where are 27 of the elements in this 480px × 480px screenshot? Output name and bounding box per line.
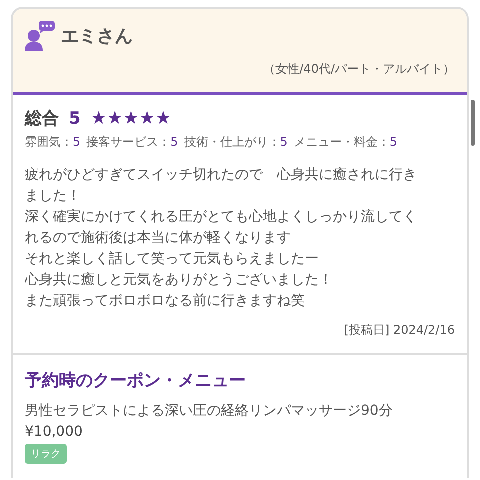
rating-value: 5 bbox=[73, 135, 81, 149]
rating-value: 5 bbox=[170, 135, 178, 149]
review-text-line: 深く確実にかけてくれる圧がとても心地よくしっかり流してく bbox=[25, 208, 418, 227]
overall-score: 5 bbox=[69, 108, 81, 128]
scrollbar-thumb[interactable] bbox=[471, 100, 475, 146]
rating-label: 接客サービス： bbox=[86, 135, 171, 149]
rating-label: 技術・仕上がり： bbox=[184, 135, 280, 149]
rating-value: 5 bbox=[280, 135, 288, 149]
review-text-line: ました！ bbox=[25, 187, 82, 206]
review-text-line: 疲れがひどすぎてスイッチ切れたので 心身共に癒されに行き bbox=[25, 166, 418, 185]
rating-label: 雰囲気： bbox=[25, 135, 73, 149]
reviewer-name: エミさん bbox=[61, 25, 133, 48]
user-chat-icon bbox=[25, 21, 55, 51]
review-text-line: 心身共に癒しと元気をありがとうございました！ bbox=[25, 271, 334, 290]
review-text-line: れるので施術後は本当に体が軽くなります bbox=[25, 229, 292, 248]
rating-value: 5 bbox=[390, 135, 398, 149]
star-rating: ★★★★★ bbox=[90, 110, 172, 128]
rating-label: メニュー・料金： bbox=[294, 135, 390, 149]
coupon-name: 男性セラピストによる深い圧の経絡リンパマッサージ90分 bbox=[25, 402, 394, 420]
category-tag: リラク bbox=[25, 444, 67, 464]
review-text-line: それと楽しく話して笑って元気もらえましたー bbox=[25, 250, 320, 269]
coupon-price: ¥10,000 bbox=[25, 424, 84, 440]
coupon-heading: 予約時のクーポン・メニュー bbox=[25, 370, 247, 392]
review-text-line: また頑張ってボロボロなる前に行きますね笑 bbox=[25, 292, 306, 311]
posted-date: [投稿日] 2024/2/16 bbox=[343, 322, 455, 339]
reviewer-profile: （女性/40代/パート・アルバイト） bbox=[262, 61, 455, 78]
overall-label: 総合 bbox=[25, 108, 59, 130]
